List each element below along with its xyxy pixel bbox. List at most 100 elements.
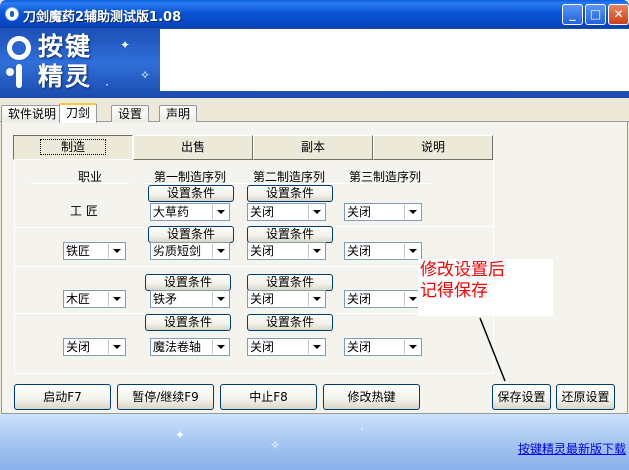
row4-seq1-select[interactable]: 魔法卷轴 — [150, 338, 230, 356]
close-button[interactable]: ✕ — [608, 4, 629, 25]
select-value: 关闭 — [66, 340, 91, 354]
pause-resume-button[interactable]: 暂停/继续F9 — [117, 384, 214, 410]
grid-line — [14, 313, 144, 314]
dropdown-arrow-icon[interactable] — [308, 205, 324, 219]
star-icon: ✧ — [140, 68, 151, 82]
start-button[interactable]: 启动F7 — [14, 384, 111, 410]
dropdown-arrow-icon[interactable] — [308, 292, 324, 306]
restore-settings-button[interactable]: 还原设置 — [556, 384, 615, 410]
dropdown-arrow-icon[interactable] — [404, 340, 420, 354]
row4-seq3-select[interactable]: 关闭 — [344, 338, 422, 356]
banner: 按键 精灵 ✦ ✧ · — [0, 28, 629, 98]
logo-text: 按键 精灵 — [38, 32, 92, 92]
window-title: 刀剑魔药2辅助测试版1.08 — [23, 10, 182, 25]
header-seq1: 第一制造序列 — [154, 170, 227, 184]
save-reminder-note: 修改设置后 记得保存 — [418, 259, 553, 316]
subtab-label: 制造 — [39, 139, 107, 155]
tab-statement[interactable]: 声明 — [159, 105, 198, 122]
dropdown-arrow-icon[interactable] — [108, 292, 124, 306]
row4-job-select[interactable]: 关闭 — [63, 338, 126, 356]
row3-seq1-select[interactable]: 铁矛 — [150, 290, 230, 308]
set-condition-button[interactable]: 设置条件 — [145, 274, 231, 291]
note-line1: 修改设置后 — [420, 260, 505, 280]
set-condition-button[interactable]: 设置条件 — [148, 226, 234, 243]
note-line2: 记得保存 — [420, 281, 488, 301]
select-value: 铁矛 — [153, 292, 178, 306]
app-icon — [5, 7, 19, 21]
star-icon: ✦ — [120, 38, 131, 52]
dropdown-arrow-icon[interactable] — [404, 205, 420, 219]
minimize-icon: _ — [569, 7, 576, 21]
row1-seq3-select[interactable]: 关闭 — [344, 203, 422, 221]
grid-line — [335, 313, 425, 314]
subtab-sell[interactable]: 出售 — [133, 135, 253, 160]
row3-job-select[interactable]: 木匠 — [63, 290, 126, 308]
row1-seq2-select[interactable]: 关闭 — [247, 203, 326, 221]
dropdown-arrow-icon[interactable] — [404, 244, 420, 258]
set-condition-button[interactable]: 设置条件 — [145, 314, 231, 331]
set-condition-button[interactable]: 设置条件 — [247, 226, 333, 243]
row4-seq2-select[interactable]: 关闭 — [247, 338, 326, 356]
select-value: 关闭 — [250, 292, 275, 306]
mascot-icon — [6, 36, 31, 88]
download-latest-link[interactable]: 按键精灵最新版下载 — [518, 440, 626, 457]
row2-seq1-select[interactable]: 劣质短剑 — [150, 242, 230, 260]
banner-blank-area — [160, 29, 629, 91]
set-condition-button[interactable]: 设置条件 — [247, 274, 333, 291]
row1-seq1-select[interactable]: 大草药 — [150, 203, 230, 221]
set-condition-button[interactable]: 设置条件 — [247, 314, 333, 331]
star-icon: · — [105, 78, 109, 92]
maximize-icon: □ — [589, 7, 602, 21]
tab-software-info[interactable]: 软件说明 — [1, 105, 64, 122]
dropdown-arrow-icon[interactable] — [212, 205, 228, 219]
row3-seq2-select[interactable]: 关闭 — [247, 290, 326, 308]
dropdown-arrow-icon[interactable] — [108, 340, 124, 354]
minimize-button[interactable]: _ — [562, 4, 583, 25]
tab-settings[interactable]: 设置 — [111, 105, 150, 122]
tab-blade[interactable]: 刀剑 — [59, 103, 98, 123]
subtab-label: 说明 — [420, 140, 445, 154]
tab-label: 声明 — [166, 107, 191, 121]
grid-line — [14, 160, 15, 374]
subtab-manufacture[interactable]: 制造 — [13, 135, 133, 160]
row2-job-select[interactable]: 铁匠 — [63, 242, 126, 260]
header-job: 职业 — [78, 170, 103, 184]
star-icon: · — [360, 422, 364, 436]
row3-seq3-select[interactable]: 关闭 — [344, 290, 422, 308]
dropdown-arrow-icon[interactable] — [212, 292, 228, 306]
select-value: 劣质短剑 — [153, 244, 202, 258]
stop-button[interactable]: 中止F8 — [220, 384, 317, 410]
tab-label: 刀剑 — [66, 106, 91, 120]
row2-seq3-select[interactable]: 关闭 — [344, 242, 422, 260]
select-value: 关闭 — [347, 244, 372, 258]
header-seq3: 第三制造序列 — [349, 170, 422, 184]
select-value: 魔法卷轴 — [153, 340, 202, 354]
set-condition-button[interactable]: 设置条件 — [148, 185, 234, 202]
star-icon: ✦ — [175, 428, 186, 442]
dropdown-arrow-icon[interactable] — [308, 340, 324, 354]
select-value: 关闭 — [347, 292, 372, 306]
grid-line — [335, 226, 493, 227]
row2-seq2-select[interactable]: 关闭 — [247, 242, 326, 260]
select-value: 木匠 — [66, 292, 91, 306]
edit-hotkey-button[interactable]: 修改热键 — [323, 384, 420, 410]
grid-line — [14, 227, 144, 228]
select-value: 大草药 — [153, 205, 190, 219]
dropdown-arrow-icon[interactable] — [108, 244, 124, 258]
dropdown-arrow-icon[interactable] — [212, 244, 228, 258]
save-settings-button[interactable]: 保存设置 — [492, 384, 551, 410]
subtab-dungeon[interactable]: 副本 — [253, 135, 373, 160]
subtab-label: 副本 — [300, 140, 325, 154]
select-value: 关闭 — [347, 205, 372, 219]
tab-label: 设置 — [118, 107, 143, 121]
select-value: 关闭 — [250, 205, 275, 219]
close-icon: ✕ — [613, 7, 624, 21]
select-value: 关闭 — [250, 244, 275, 258]
set-condition-button[interactable]: 设置条件 — [247, 185, 333, 202]
job-label-craftsman: 工 匠 — [70, 204, 98, 218]
subtab-label: 出售 — [180, 140, 205, 154]
maximize-button[interactable]: □ — [585, 4, 606, 25]
subtab-help[interactable]: 说明 — [373, 135, 493, 160]
dropdown-arrow-icon[interactable] — [212, 340, 228, 354]
dropdown-arrow-icon[interactable] — [308, 244, 324, 258]
